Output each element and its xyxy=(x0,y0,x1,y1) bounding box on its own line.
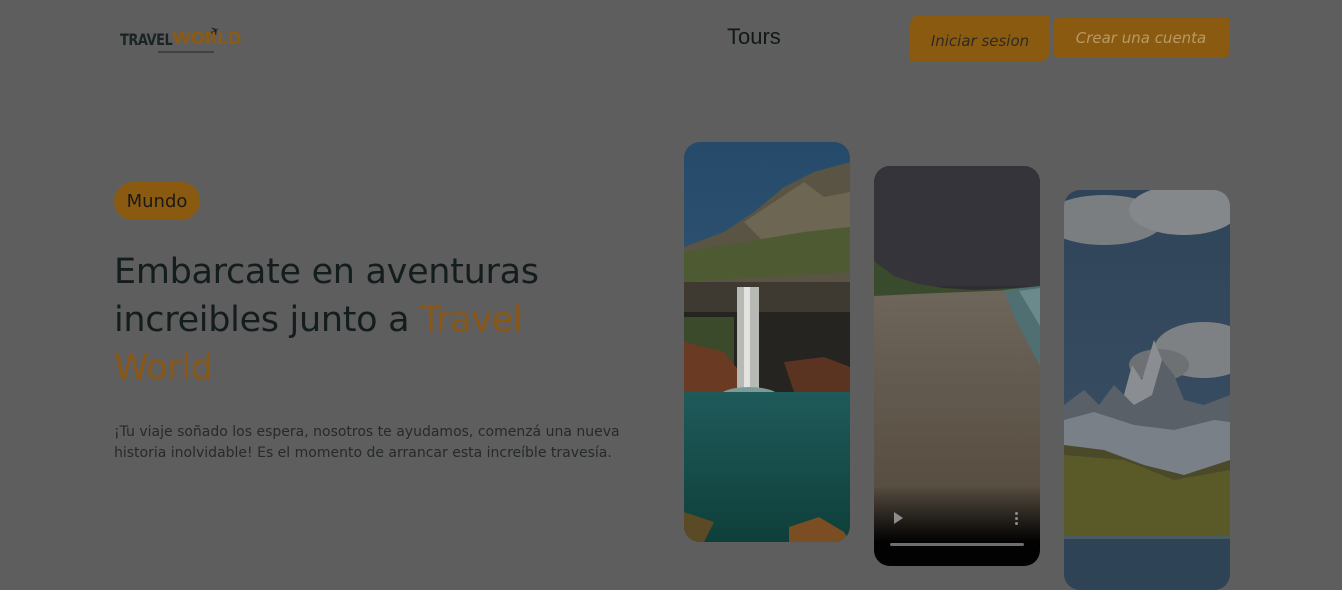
logo-wordmark: TRAVELWORLD xyxy=(120,29,242,50)
travel-world-logo[interactable]: TRAVELWORLD ✈ xyxy=(118,22,242,58)
logo-travel-text: TRAVEL xyxy=(120,31,173,50)
mountains-image-card xyxy=(1064,190,1230,590)
mountains-image xyxy=(1064,190,1230,590)
login-button[interactable]: Iniciar sesion xyxy=(910,15,1050,61)
hero-title: Embarcate en aventuras increibles junto … xyxy=(114,248,584,392)
signup-button[interactable]: Crear una cuenta xyxy=(1053,18,1229,58)
category-badge: Mundo xyxy=(114,182,200,220)
logo-tagline-line xyxy=(158,51,214,53)
video-controls xyxy=(874,486,1040,566)
page: TRAVELWORLD ✈ Tours Iniciar sesion Crear… xyxy=(0,0,1342,590)
play-icon[interactable] xyxy=(894,512,903,524)
nav-link-tours[interactable]: Tours xyxy=(727,24,781,50)
more-vertical-icon[interactable] xyxy=(1015,512,1018,526)
logo-world-text: WORLD xyxy=(172,29,242,49)
waterfall-image xyxy=(684,142,850,542)
beach-video-card[interactable] xyxy=(874,166,1040,566)
video-progress-bar[interactable] xyxy=(890,543,1024,546)
waterfall-image-card xyxy=(684,142,850,542)
hero-description: ¡Tu viaje soñado los espera, nosotros te… xyxy=(114,424,620,461)
